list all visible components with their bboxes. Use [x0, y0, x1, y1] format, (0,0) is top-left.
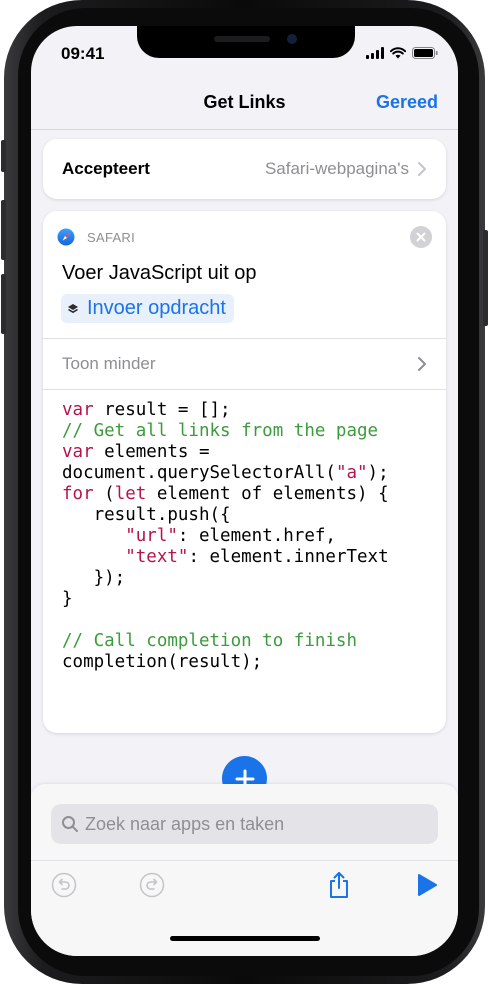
notch [137, 26, 355, 58]
code-line: completion(result); [62, 652, 389, 673]
code-token: "url" [125, 526, 178, 546]
front-camera [287, 34, 297, 44]
volume-down-button [1, 274, 6, 334]
code-token: : element.href, [177, 526, 336, 546]
mute-switch [1, 140, 6, 172]
code-line: "text": element.innerText [62, 547, 389, 568]
accepts-value: Safari-webpagina's [264, 159, 409, 178]
wifi-icon [390, 47, 406, 59]
share-button[interactable] [324, 870, 354, 900]
status-time: 09:41 [61, 44, 105, 63]
battery-icon [412, 47, 438, 59]
code-token: for [62, 484, 94, 504]
action-app-label: SAFARI [87, 230, 136, 245]
code-line: var elements = [62, 442, 389, 463]
cellular-signal-icon [366, 47, 384, 59]
code-token: var [62, 400, 94, 420]
undo-icon [51, 872, 77, 898]
code-line: document.querySelectorAll("a"); [62, 463, 389, 484]
code-token: "a" [335, 463, 368, 483]
code-token: // Get all links from the page [62, 421, 379, 441]
code-line: }); [62, 568, 389, 589]
redo-icon [139, 872, 165, 898]
toolbar-divider [31, 860, 458, 861]
search-input[interactable]: Zoek naar apps en taken [51, 804, 438, 844]
code-line: result.push({ [62, 505, 389, 526]
shortcut-input-token[interactable]: Invoer opdracht [61, 294, 234, 323]
code-token: // Call completion to finish [62, 631, 358, 651]
code-line: var result = []; [62, 400, 389, 421]
action-search-panel: Zoek naar apps en taken [31, 784, 458, 956]
accepts-row[interactable]: Accepteert Safari-webpagina's [43, 139, 446, 199]
chevron-right-icon [418, 357, 426, 371]
code-token: result = []; [93, 400, 231, 420]
code-token: ); [367, 463, 389, 483]
safari-compass-icon [57, 228, 75, 246]
run-button[interactable] [412, 870, 442, 900]
code-line: // Call completion to finish [62, 631, 389, 652]
code-token: var [62, 442, 94, 462]
code-line: // Get all links from the page [62, 421, 389, 442]
accepts-label: Accepteert [62, 159, 150, 178]
token-label: Invoer opdracht [87, 297, 226, 319]
code-token: completion(result); [62, 652, 263, 672]
action-title: Voer JavaScript uit op [62, 262, 257, 284]
code-token: }); [62, 568, 126, 588]
undo-button[interactable] [49, 870, 79, 900]
volume-up-button [1, 200, 6, 260]
code-token: let [114, 484, 147, 504]
close-icon [416, 232, 426, 242]
show-less-button[interactable]: Toon minder [62, 354, 156, 374]
code-line: for (let element of elements) { [62, 484, 389, 505]
code-line: } [62, 589, 389, 610]
divider [43, 389, 446, 390]
layers-icon [68, 303, 78, 313]
code-token: ( [93, 484, 115, 504]
speaker-grille [214, 36, 270, 42]
nav-divider [31, 129, 458, 130]
search-icon [62, 816, 78, 832]
play-icon [418, 874, 437, 896]
code-token: "text" [125, 547, 189, 567]
home-indicator [170, 936, 320, 941]
done-button[interactable]: Gereed [376, 92, 438, 113]
chevron-right-icon [418, 162, 426, 176]
power-button [483, 230, 488, 326]
code-token: elements = [93, 442, 210, 462]
status-icons [366, 47, 438, 59]
code-token: document.querySelectorAll( [62, 463, 336, 483]
code-token: result.push({ [62, 505, 231, 525]
divider [43, 338, 446, 339]
share-icon [330, 872, 348, 898]
screen: 09:41 Get Links Gereed Accepteert Safari… [31, 26, 458, 956]
javascript-code-editor[interactable]: var result = [];// Get all links from th… [62, 400, 389, 673]
remove-action-button[interactable] [410, 226, 432, 248]
search-placeholder: Zoek naar apps en taken [85, 813, 285, 834]
code-token: : element.innerText [188, 547, 389, 567]
redo-button[interactable] [137, 870, 167, 900]
code-token: element of elements) { [146, 484, 389, 504]
code-line: "url": element.href, [62, 526, 389, 547]
code-token: } [62, 589, 73, 609]
run-javascript-action: SAFARI Voer JavaScript uit op Invoer opd… [43, 211, 446, 733]
